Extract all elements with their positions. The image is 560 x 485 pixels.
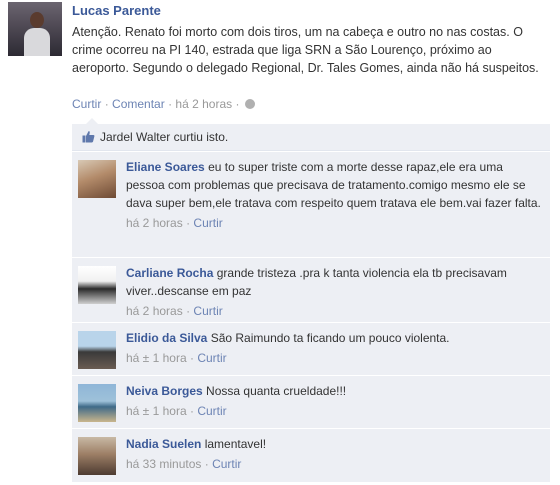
- likes-text[interactable]: Jardel Walter curtiu isto.: [100, 124, 228, 150]
- comment-timestamp[interactable]: há 2 horas: [126, 216, 183, 230]
- comment-body: Elidio da Silva São Raimundo ta ficando …: [126, 329, 544, 367]
- comment-like-link[interactable]: Curtir: [193, 304, 222, 318]
- comment-timestamp[interactable]: há 33 minutos: [126, 457, 201, 471]
- commenter-name[interactable]: Carliane Rocha: [126, 266, 213, 280]
- likes-row: Jardel Walter curtiu isto.: [72, 124, 550, 151]
- separator: ·: [104, 97, 109, 111]
- comment-like-link[interactable]: Curtir: [197, 404, 226, 418]
- commenter-avatar[interactable]: [78, 160, 116, 198]
- separator: ·: [235, 97, 240, 111]
- post-author-avatar[interactable]: [8, 2, 62, 56]
- comment-meta: há 2 horas · Curtir: [126, 302, 544, 320]
- separator: ·: [189, 404, 194, 418]
- thumbs-up-icon: [82, 131, 95, 143]
- comment-body: Carliane Rocha grande tristeza .pra k ta…: [126, 264, 544, 320]
- comment-body: Neiva Borges Nossa quanta crueldade!!! h…: [126, 382, 544, 420]
- globe-icon[interactable]: [244, 99, 255, 109]
- post-author-name[interactable]: Lucas Parente: [72, 3, 161, 18]
- comment-meta: há 2 horas · Curtir: [126, 214, 544, 232]
- comment-item: Nadia Suelen lamentavel! há 33 minutos ·…: [72, 428, 550, 482]
- post-timestamp[interactable]: há 2 horas: [175, 97, 232, 111]
- comment-like-link[interactable]: Curtir: [212, 457, 241, 471]
- separator: ·: [204, 457, 209, 471]
- avatar-head: [30, 12, 44, 28]
- comment-timestamp[interactable]: há ± 1 hora: [126, 351, 187, 365]
- comment-text: lamentavel!: [204, 437, 267, 451]
- comment-timestamp[interactable]: há ± 1 hora: [126, 404, 187, 418]
- comment-text: São Raimundo ta ficando um pouco violent…: [210, 331, 450, 345]
- comment-like-link[interactable]: Curtir: [197, 351, 226, 365]
- post-text: Atenção. Renato foi morto com dois tiros…: [72, 25, 539, 75]
- comment-meta: há ± 1 hora · Curtir: [126, 402, 544, 420]
- commenter-name[interactable]: Neiva Borges: [126, 384, 203, 398]
- comment-item: Elidio da Silva São Raimundo ta ficando …: [72, 322, 550, 375]
- post-like-link[interactable]: Curtir: [72, 97, 101, 111]
- separator: ·: [186, 304, 191, 318]
- separator: ·: [189, 351, 194, 365]
- commenter-avatar[interactable]: [78, 437, 116, 475]
- separator: ·: [168, 97, 173, 111]
- commenter-avatar[interactable]: [78, 266, 116, 304]
- separator: ·: [186, 216, 191, 230]
- comment-timestamp[interactable]: há 2 horas: [126, 304, 183, 318]
- commenter-avatar[interactable]: [78, 331, 116, 369]
- comment-body: Eliane Soares eu to super triste com a m…: [126, 158, 544, 232]
- comment-like-link[interactable]: Curtir: [193, 216, 222, 230]
- comment-meta: há 33 minutos · Curtir: [126, 455, 544, 473]
- comment-meta: há ± 1 hora · Curtir: [126, 349, 544, 367]
- comment-body: Nadia Suelen lamentavel! há 33 minutos ·…: [126, 435, 544, 473]
- comment-item: Carliane Rocha grande tristeza .pra k ta…: [72, 257, 550, 322]
- post-meta: Curtir · Comentar · há 2 horas ·: [72, 97, 255, 111]
- post-comment-link[interactable]: Comentar: [112, 97, 165, 111]
- comment-item: Neiva Borges Nossa quanta crueldade!!! h…: [72, 375, 550, 428]
- commenter-name[interactable]: Nadia Suelen: [126, 437, 201, 451]
- commenter-name[interactable]: Elidio da Silva: [126, 331, 207, 345]
- comment-text: Nossa quanta crueldade!!!: [206, 384, 347, 398]
- avatar-body: [24, 28, 50, 56]
- commenter-name[interactable]: Eliane Soares: [126, 160, 205, 174]
- commenter-avatar[interactable]: [78, 384, 116, 422]
- comment-item: Eliane Soares eu to super triste com a m…: [72, 151, 550, 257]
